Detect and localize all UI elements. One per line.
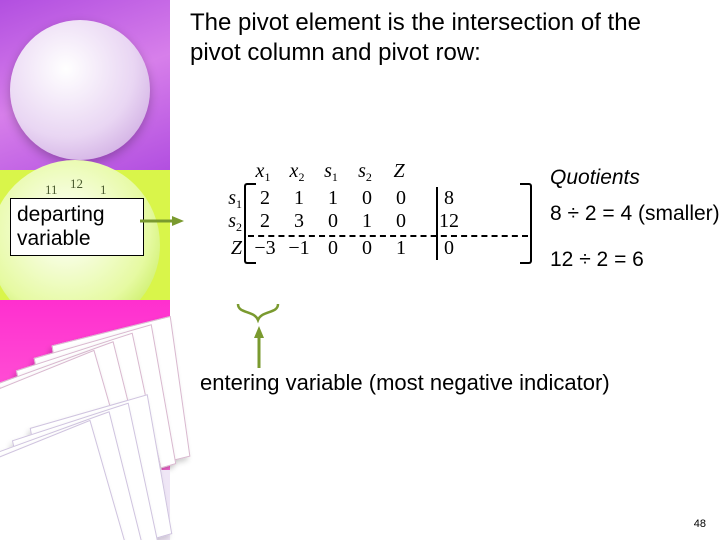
col-x2: x2 [280, 160, 314, 183]
simplex-tableau: x1 x2 s1 s2 Z s1 2 1 1 0 0 8 s2 [210, 160, 530, 264]
column-brace-icon [236, 302, 280, 328]
table-row: s2 2 3 0 1 0 12 [212, 210, 528, 233]
departing-arrow-icon [140, 216, 184, 226]
entering-variable-label: entering variable (most negative indicat… [200, 370, 610, 396]
slide-title: The pivot element is the intersection of… [190, 8, 670, 68]
decorative-sidebar: 12 1 11 2 10 3 9 [0, 0, 170, 540]
quotient-row-1: 8 ÷ 2 = 4 (smaller) [550, 202, 720, 226]
col-x1: x1 [246, 160, 280, 183]
table-row: Z −3 −1 0 0 1 0 [212, 237, 528, 260]
sidebar-tile-clock-purple [0, 0, 170, 170]
tableau-matrix: s1 2 1 1 0 0 8 s2 2 3 0 1 0 12 Z [210, 183, 530, 264]
table-row: s1 2 1 1 0 0 8 [212, 187, 528, 210]
col-Z: Z [382, 160, 416, 183]
departing-variable-label: departing variable [10, 198, 144, 256]
tableau-header-row: x1 x2 s1 s2 Z [210, 160, 530, 183]
page-number: 48 [694, 518, 706, 530]
entering-arrow-icon [254, 326, 264, 368]
col-s2: s2 [348, 160, 382, 183]
row-label-s1: s1 [212, 187, 248, 210]
quotient-row-2: 12 ÷ 2 = 6 [550, 248, 644, 272]
row-label-s2: s2 [212, 210, 248, 233]
col-s1: s1 [314, 160, 348, 183]
quotients-heading: Quotients [550, 166, 640, 190]
row-label-Z: Z [212, 237, 248, 260]
sidebar-tile-papers-light [0, 470, 170, 540]
